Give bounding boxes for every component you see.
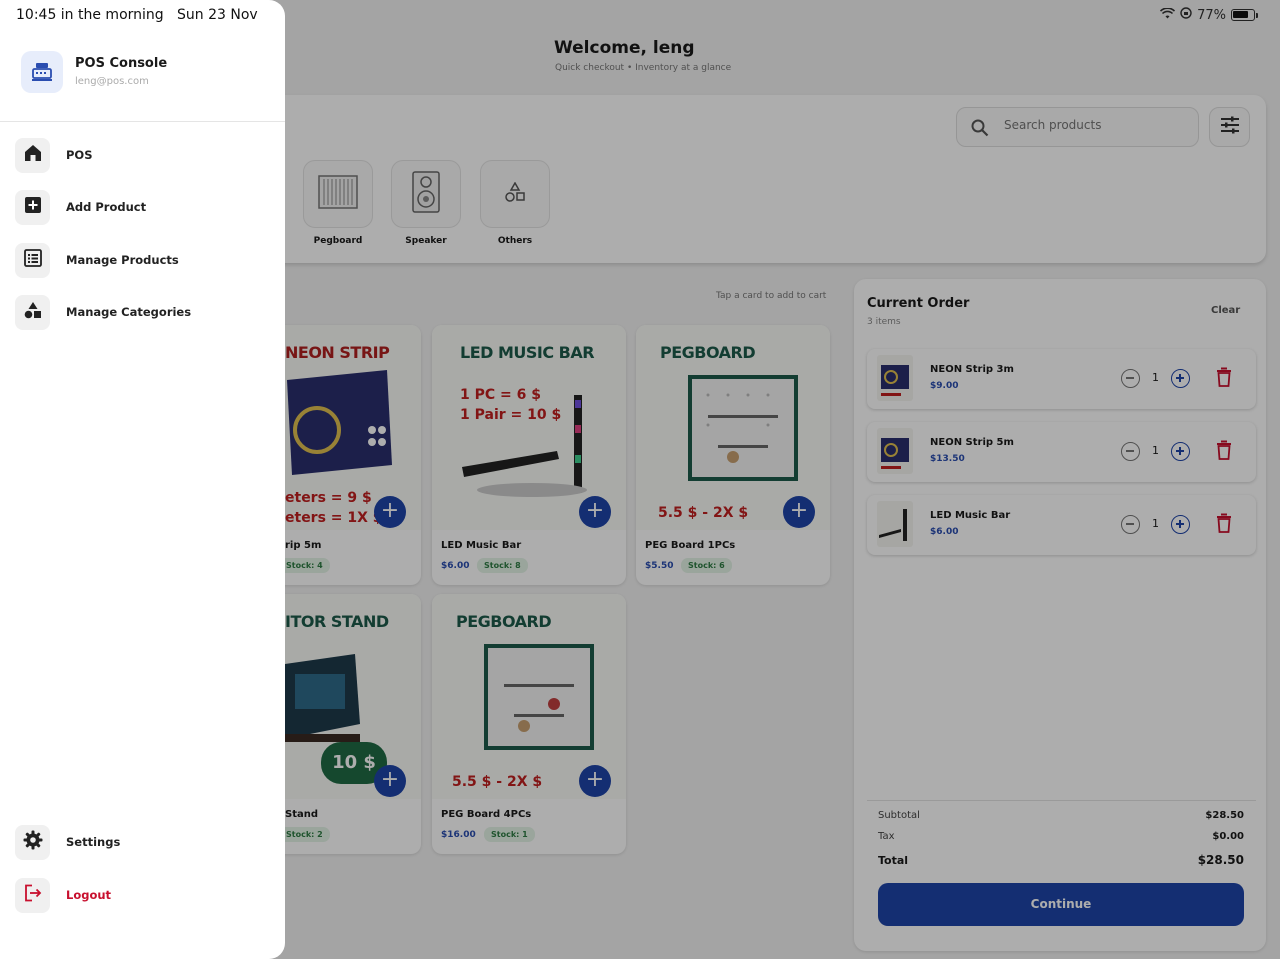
status-date: Sun 23 Nov (177, 7, 258, 23)
add-box-icon (24, 196, 42, 218)
user-email: leng@pos.com (75, 76, 149, 87)
nav-item-settings[interactable]: Settings (15, 824, 270, 860)
nav-item-label: Logout (66, 888, 112, 902)
navigation-drawer: POS Console leng@pos.com POS Add Product… (0, 0, 285, 959)
status-time: 10:45 in the morning (16, 7, 164, 23)
nav-item-label: Add Product (66, 200, 147, 214)
app-title: POS Console (75, 56, 168, 71)
nav-item-manage-products[interactable]: Manage Products (15, 242, 270, 278)
gear-icon (23, 830, 43, 854)
home-icon (24, 144, 42, 166)
nav-item-logout[interactable]: Logout (15, 877, 270, 913)
nav-item-pos[interactable]: POS (15, 137, 270, 173)
status-time-date: 10:45 in the morning Sun 23 Nov (16, 7, 258, 23)
nav-item-label: Manage Products (66, 253, 179, 267)
nav-item-label: POS (66, 148, 93, 162)
cash-register-icon (21, 51, 63, 93)
category-icon (24, 301, 42, 323)
nav-item-add-product[interactable]: Add Product (15, 189, 270, 225)
list-icon (23, 249, 42, 271)
nav-item-label: Manage Categories (66, 305, 192, 319)
nav-item-manage-categories[interactable]: Manage Categories (15, 294, 270, 330)
nav-item-label: Settings (66, 835, 121, 849)
logout-icon (24, 884, 42, 906)
